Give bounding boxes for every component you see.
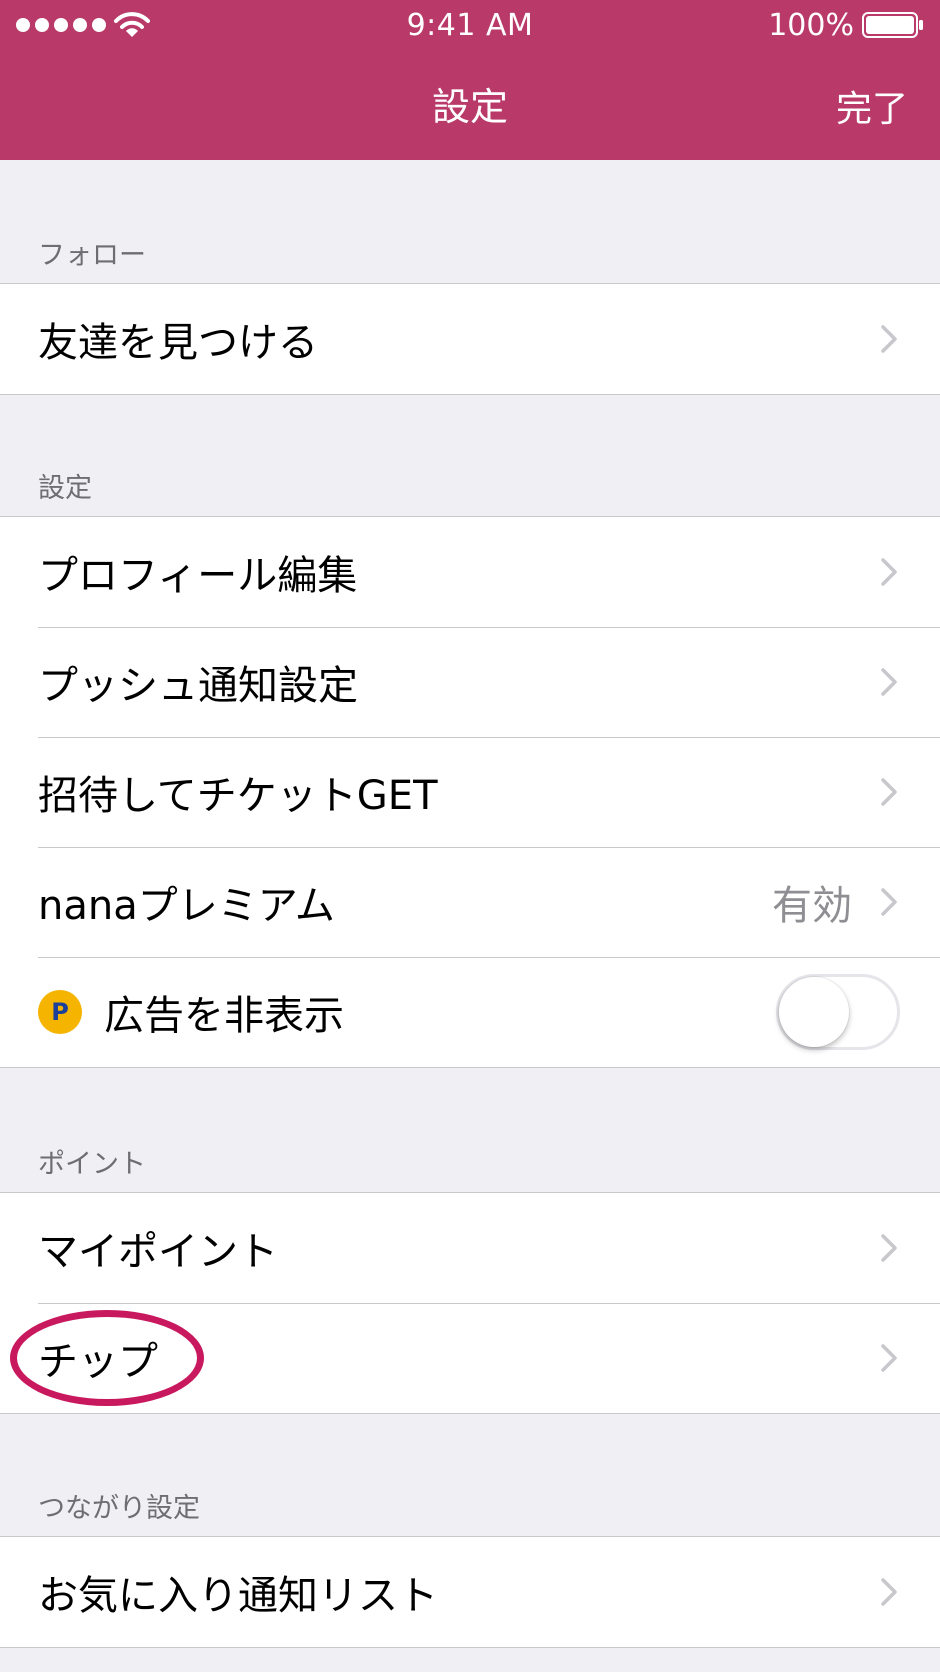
- cell-invite-ticket[interactable]: 招待してチケットGET: [0, 737, 940, 847]
- cell-label: マイポイント: [38, 1229, 278, 1275]
- cell-label: 広告を非表示: [104, 993, 344, 1039]
- cell-favorite-notification-list[interactable]: お気に入り通知リスト: [0, 1537, 940, 1647]
- chevron-right-icon: [881, 1234, 897, 1262]
- group-settings: プロフィール編集 プッシュ通知設定 招待してチケットGET nanaプレミアム …: [0, 516, 940, 1068]
- chevron-right-icon: [881, 558, 897, 586]
- chevron-right-icon: [881, 1344, 897, 1372]
- cell-profile-edit[interactable]: プロフィール編集: [0, 517, 940, 627]
- cell-label: 招待してチケットGET: [38, 773, 438, 819]
- group-follow: 友達を見つける: [0, 283, 940, 395]
- done-button[interactable]: 完了: [836, 80, 908, 132]
- chevron-right-icon: [881, 778, 897, 806]
- chevron-right-icon: [881, 325, 897, 353]
- cell-tip[interactable]: チップ: [0, 1303, 940, 1413]
- cell-label: プッシュ通知設定: [38, 663, 358, 709]
- premium-status: 有効: [772, 883, 852, 929]
- cell-label: nanaプレミアム: [38, 883, 335, 929]
- page-title: 設定: [431, 85, 508, 129]
- cell-label: プロフィール編集: [38, 553, 358, 599]
- chevron-right-icon: [881, 668, 897, 696]
- settings-screen: 9:41 AM 100% 設定 完了 フォロー 友達を見つける 設定 プロフィー…: [0, 0, 940, 1672]
- section-header-follow: フォロー: [38, 240, 146, 271]
- navigation-bar: 9:41 AM 100% 設定 完了: [0, 0, 940, 160]
- hide-ads-toggle[interactable]: [776, 974, 900, 1050]
- status-bar: 9:41 AM 100%: [0, 0, 940, 50]
- toggle-knob: [779, 977, 849, 1047]
- cell-label: 友達を見つける: [38, 320, 318, 366]
- point-coin-icon: P: [38, 990, 82, 1034]
- cell-label: チップ: [38, 1339, 158, 1385]
- battery-icon: [862, 12, 923, 38]
- cell-hide-ads: P 広告を非表示: [0, 957, 940, 1067]
- battery-percent: 100%: [768, 8, 854, 43]
- cell-label: お気に入り通知リスト: [38, 1573, 438, 1619]
- group-points: マイポイント チップ: [0, 1192, 940, 1414]
- group-connections: お気に入り通知リスト: [0, 1536, 940, 1648]
- cell-find-friends[interactable]: 友達を見つける: [0, 284, 940, 394]
- cell-push-notification-settings[interactable]: プッシュ通知設定: [0, 627, 940, 737]
- section-header-settings: 設定: [38, 473, 92, 504]
- cell-my-points[interactable]: マイポイント: [0, 1193, 940, 1303]
- section-header-points: ポイント: [38, 1149, 146, 1180]
- chevron-right-icon: [881, 888, 897, 916]
- section-header-connections: つながり設定: [38, 1493, 200, 1524]
- chevron-right-icon: [881, 1578, 897, 1606]
- cell-nana-premium[interactable]: nanaプレミアム 有効: [0, 847, 940, 957]
